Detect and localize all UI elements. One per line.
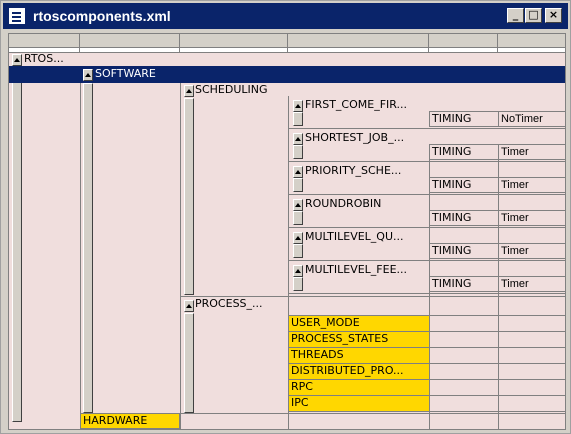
tree-node-bar[interactable] bbox=[12, 67, 22, 422]
process-item[interactable]: RPC bbox=[288, 379, 430, 396]
xml-tree-grid: RTOS... SOFTWARE SCHEDULING FIRST_COME_F… bbox=[8, 33, 566, 430]
collapse-toggle-icon[interactable] bbox=[293, 133, 303, 145]
window-title: rtoscomponents.xml bbox=[33, 8, 171, 24]
attribute-name-cell[interactable]: TIMING bbox=[429, 177, 499, 193]
header-spacer bbox=[180, 48, 288, 53]
xml-document-icon bbox=[8, 7, 26, 25]
column-header[interactable] bbox=[498, 34, 565, 48]
attribute-name-cell[interactable]: TIMING bbox=[429, 111, 499, 127]
attribute-name-cell[interactable]: TIMING bbox=[429, 144, 499, 160]
minimize-button[interactable]: _ bbox=[507, 8, 524, 23]
process-item[interactable]: USER_MODE bbox=[288, 315, 430, 332]
header-spacer bbox=[80, 48, 180, 53]
tree-node-bar[interactable] bbox=[293, 178, 303, 192]
tree-node-algorithm[interactable]: PRIORITY_SCHE... bbox=[305, 164, 401, 177]
column-header[interactable] bbox=[9, 34, 80, 48]
empty-cell[interactable] bbox=[498, 315, 565, 332]
collapse-toggle-icon[interactable] bbox=[293, 199, 303, 211]
collapse-toggle-icon[interactable] bbox=[83, 69, 93, 81]
tree-node-algorithm[interactable]: SHORTEST_JOB_... bbox=[305, 131, 404, 144]
empty-cell[interactable] bbox=[498, 395, 565, 412]
tree-node-algorithm[interactable]: MULTILEVEL_FEE... bbox=[305, 263, 407, 276]
tree-node-bar[interactable] bbox=[293, 145, 303, 159]
tree-node-bar[interactable] bbox=[293, 244, 303, 258]
grid-line bbox=[498, 155, 499, 429]
header-spacer bbox=[498, 48, 565, 53]
tree-node-bar[interactable] bbox=[293, 277, 303, 291]
column-header[interactable] bbox=[288, 34, 429, 48]
tree-node-bar[interactable] bbox=[293, 211, 303, 225]
grid-line bbox=[429, 155, 430, 429]
app-window: rtoscomponents.xml _ □ × RTOS... SOFTWAR… bbox=[0, 0, 571, 434]
attribute-value-cell[interactable]: Timer bbox=[498, 210, 565, 226]
empty-cell[interactable] bbox=[429, 331, 499, 348]
grid-line bbox=[288, 260, 565, 261]
tree-node-algorithm[interactable]: ROUNDROBIN bbox=[305, 197, 381, 210]
attribute-name-cell[interactable]: TIMING bbox=[429, 210, 499, 226]
tree-node-hardware[interactable]: HARDWARE bbox=[80, 413, 180, 429]
collapse-toggle-icon[interactable] bbox=[293, 166, 303, 178]
title-bar[interactable]: rtoscomponents.xml _ □ × bbox=[3, 3, 568, 29]
grid-line bbox=[288, 227, 565, 228]
grid-line bbox=[288, 161, 565, 162]
attribute-name-cell[interactable]: TIMING bbox=[429, 243, 499, 259]
window-controls: _ □ × bbox=[506, 8, 562, 23]
tree-node-bar[interactable] bbox=[184, 313, 194, 413]
empty-cell[interactable] bbox=[498, 363, 565, 380]
grid-line bbox=[288, 194, 565, 195]
tree-node-bar[interactable] bbox=[184, 98, 194, 295]
collapse-toggle-icon[interactable] bbox=[184, 300, 194, 312]
tree-node-bar[interactable] bbox=[83, 83, 93, 413]
grid-line bbox=[80, 83, 81, 429]
attribute-value-cell[interactable]: Timer bbox=[498, 243, 565, 259]
attribute-value-cell[interactable]: Timer bbox=[498, 144, 565, 160]
column-header[interactable] bbox=[80, 34, 180, 48]
close-button[interactable]: × bbox=[545, 8, 562, 23]
empty-cell[interactable] bbox=[429, 347, 499, 364]
process-item[interactable]: IPC bbox=[288, 395, 430, 412]
tree-node-process[interactable]: PROCESS_... bbox=[195, 297, 263, 310]
grid-line bbox=[288, 293, 565, 294]
tree-node-algorithm[interactable]: MULTILEVEL_QU... bbox=[305, 230, 404, 243]
empty-cell[interactable] bbox=[429, 315, 499, 332]
attribute-value-cell[interactable]: Timer bbox=[498, 276, 565, 292]
process-item[interactable]: DISTRIBUTED_PRO... bbox=[288, 363, 430, 380]
empty-cell[interactable] bbox=[498, 347, 565, 364]
tree-node-algorithm[interactable]: FIRST_COME_FIR... bbox=[305, 98, 407, 111]
grid-line bbox=[180, 83, 181, 429]
process-item[interactable]: PROCESS_STATES bbox=[288, 331, 430, 348]
attribute-name-cell[interactable]: TIMING bbox=[429, 276, 499, 292]
tree-node-software[interactable]: SOFTWARE bbox=[95, 67, 156, 80]
collapse-toggle-icon[interactable] bbox=[12, 54, 22, 66]
tree-node-bar[interactable] bbox=[293, 112, 303, 126]
column-header[interactable] bbox=[429, 34, 498, 48]
empty-cell[interactable] bbox=[429, 395, 499, 412]
tree-node-rtos[interactable]: RTOS... bbox=[24, 52, 64, 65]
collapse-toggle-icon[interactable] bbox=[293, 100, 303, 112]
tree-node-scheduling[interactable]: SCHEDULING bbox=[195, 83, 268, 96]
empty-cell[interactable] bbox=[429, 363, 499, 380]
process-item[interactable]: THREADS bbox=[288, 347, 430, 364]
empty-cell[interactable] bbox=[498, 379, 565, 396]
header-spacer bbox=[429, 48, 498, 53]
collapse-toggle-icon[interactable] bbox=[184, 85, 194, 97]
empty-cell[interactable] bbox=[498, 331, 565, 348]
maximize-button[interactable]: □ bbox=[525, 8, 542, 23]
collapse-toggle-icon[interactable] bbox=[293, 232, 303, 244]
attribute-value-cell[interactable]: NoTimer bbox=[498, 111, 565, 127]
header-spacer bbox=[288, 48, 429, 53]
grid-line bbox=[288, 128, 565, 129]
collapse-toggle-icon[interactable] bbox=[293, 265, 303, 277]
column-header[interactable] bbox=[180, 34, 288, 48]
empty-cell[interactable] bbox=[429, 379, 499, 396]
attribute-value-cell[interactable]: Timer bbox=[498, 177, 565, 193]
